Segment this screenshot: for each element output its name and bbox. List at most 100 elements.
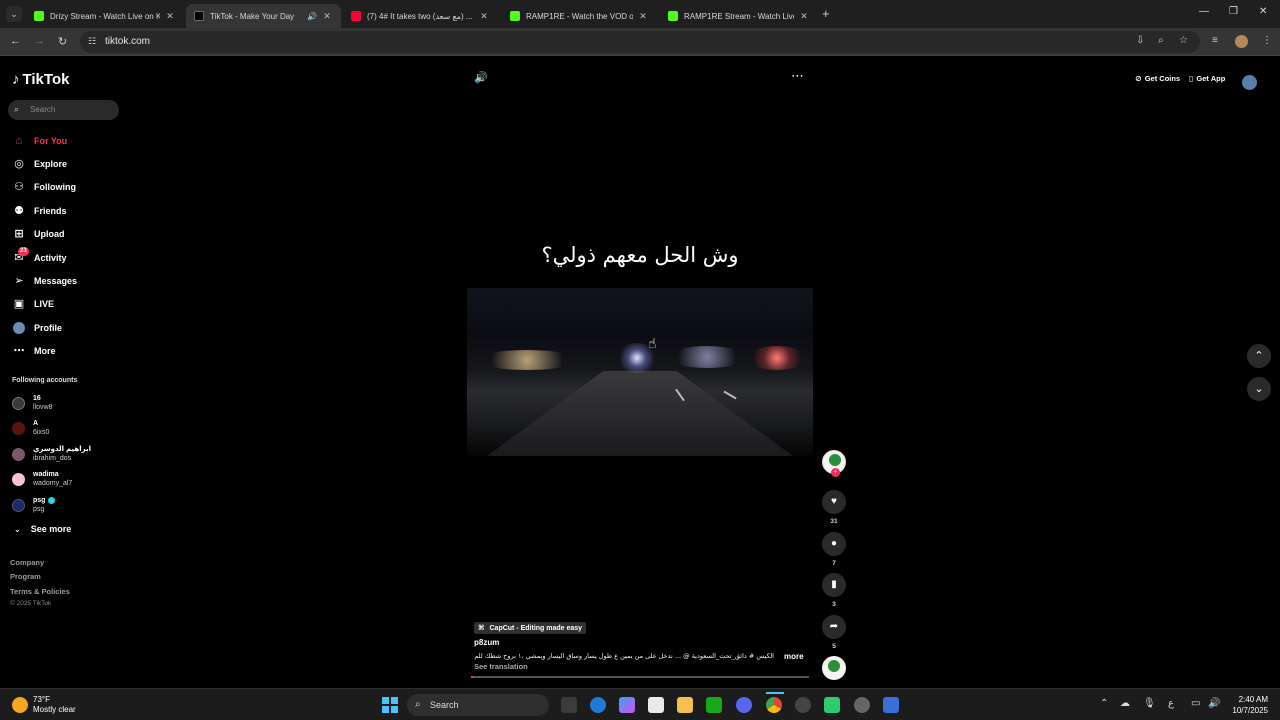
sidebar-item-more[interactable]: ⋯ More xyxy=(12,342,112,360)
tiktok-note-icon: ♪ xyxy=(12,71,20,88)
sidebar-item-for-you[interactable]: ⌂ For You xyxy=(12,132,112,150)
zoom-icon[interactable]: ⌕ xyxy=(1158,35,1164,46)
site-info-icon[interactable]: ☷ xyxy=(88,36,96,47)
weather-icon xyxy=(12,697,28,713)
tab-tiktok[interactable]: TikTok - Make Your Day 🔊 ✕ xyxy=(186,4,341,28)
close-tab-icon[interactable]: ✕ xyxy=(798,11,810,22)
kick-icon xyxy=(510,11,520,21)
close-tab-icon[interactable]: ✕ xyxy=(164,11,176,22)
copilot-icon[interactable] xyxy=(619,697,635,713)
see-translation-button[interactable]: See translation xyxy=(474,662,528,671)
upload-icon: ⊞ xyxy=(14,228,24,240)
app-icon[interactable] xyxy=(795,697,811,713)
close-tab-icon[interactable]: ✕ xyxy=(321,11,333,22)
install-icon[interactable]: ⇩ xyxy=(1136,35,1144,46)
app-icon[interactable] xyxy=(824,697,840,713)
tab-drizy[interactable]: Drizy Stream - Watch Live on K ✕ xyxy=(26,4,184,28)
discord-icon[interactable] xyxy=(736,697,752,713)
see-more-button[interactable]: ⌄ See more xyxy=(14,524,71,534)
following-account[interactable]: wadima wadomy_al7 xyxy=(12,470,72,488)
video-frame[interactable] xyxy=(467,288,813,456)
sidebar-item-following[interactable]: ⚇ Following xyxy=(12,178,112,196)
microphone-icon[interactable]: 🎙 xyxy=(1143,698,1156,709)
task-view-icon[interactable] xyxy=(561,697,577,713)
footer-link-company[interactable]: Company xyxy=(10,558,44,567)
chrome-icon[interactable] xyxy=(766,697,782,713)
following-account[interactable]: 16 llovw8 xyxy=(12,394,52,412)
sidebar-item-friends[interactable]: ⚉ Friends xyxy=(12,202,112,220)
xbox-icon[interactable] xyxy=(706,697,722,713)
forward-icon[interactable]: → xyxy=(34,35,45,47)
back-icon[interactable]: ← xyxy=(10,35,21,47)
tray-chevron-up-icon[interactable]: ⌃ xyxy=(1100,698,1108,709)
video-author[interactable]: p8zum xyxy=(474,638,499,647)
creator-avatar[interactable]: + xyxy=(822,450,846,477)
restore-icon[interactable]: ❐ xyxy=(1229,6,1238,17)
like-button[interactable]: ♥ xyxy=(822,490,846,514)
messages-icon: ➢ xyxy=(14,275,24,287)
video-more-icon[interactable]: ⋯ xyxy=(791,68,804,84)
share-button[interactable]: ➦ xyxy=(822,615,846,639)
menu-kebab-icon[interactable]: ⋮ xyxy=(1262,35,1272,46)
volume-icon[interactable]: 🔊 xyxy=(1208,698,1220,709)
sidebar-item-explore[interactable]: ◎ Explore xyxy=(12,155,112,173)
copyright: © 2025 TikTok xyxy=(10,600,52,607)
defender-icon[interactable] xyxy=(883,697,899,713)
taskbar-search[interactable]: ⌕ Search xyxy=(407,694,549,716)
close-tab-icon[interactable]: ✕ xyxy=(637,11,649,22)
search-input[interactable]: ⌕ Search xyxy=(8,100,119,120)
next-video-button[interactable]: ⌄ xyxy=(1247,377,1271,401)
speaker-icon[interactable]: 🔊 xyxy=(307,12,317,21)
store-icon[interactable] xyxy=(648,697,664,713)
display-icon[interactable]: ▭ xyxy=(1191,698,1200,709)
onedrive-icon[interactable]: ☁ xyxy=(1120,698,1130,709)
clock[interactable]: 2:40 AM 10/7/2025 xyxy=(1222,694,1268,716)
following-account[interactable]: psg psg xyxy=(12,496,56,514)
following-account[interactable]: A 6ixs0 xyxy=(12,419,49,437)
tab-search-button[interactable]: ⌄ xyxy=(6,6,22,22)
description-more-button[interactable]: more xyxy=(784,652,804,661)
get-app-button[interactable]: ▯ Get App xyxy=(1189,74,1225,83)
get-coins-button[interactable]: ⊘ Get Coins xyxy=(1135,74,1180,83)
tab-youtube[interactable]: (7) 4# It takes two (مع سعد) ... ✕ xyxy=(343,4,498,28)
browser-profile-avatar[interactable] xyxy=(1235,35,1248,48)
footer-link-program[interactable]: Program xyxy=(10,572,41,581)
minimize-icon[interactable]: — xyxy=(1199,6,1209,17)
edge-icon[interactable] xyxy=(590,697,606,713)
follow-plus-icon[interactable]: + xyxy=(831,468,840,477)
comment-button[interactable]: ● xyxy=(822,532,846,556)
file-explorer-icon[interactable] xyxy=(677,697,693,713)
weather-widget[interactable]: 73°F Mostly clear xyxy=(12,695,76,715)
video-description: الكيس # دائق_تحت_السعودية @ ... ندخل على… xyxy=(474,652,774,660)
sidebar-item-live[interactable]: ▣ LIVE xyxy=(12,295,112,313)
effect-tag[interactable]: ⌘ CapCut - Editing made easy xyxy=(474,622,587,634)
sidebar-item-activity[interactable]: ✉ 23 Activity xyxy=(12,247,112,267)
start-button[interactable] xyxy=(382,697,398,713)
tiktok-logo[interactable]: ♪ TikTok xyxy=(12,71,69,88)
compass-icon: ◎ xyxy=(14,158,24,170)
following-account[interactable]: ابراهيم الدوسري ibrahim_dos xyxy=(12,445,91,463)
tab-ramp1re-live[interactable]: RAMP1RE Stream - Watch Live ✕ xyxy=(660,4,818,28)
reading-list-icon[interactable]: ≡ xyxy=(1212,35,1218,46)
sidebar-item-messages[interactable]: ➢ Messages xyxy=(12,272,112,290)
sidebar-item-profile[interactable]: Profile xyxy=(12,319,112,337)
music-disc[interactable] xyxy=(822,656,846,680)
new-tab-button[interactable]: + xyxy=(822,6,830,21)
activity-badge: 23 xyxy=(18,247,29,256)
save-button[interactable]: ▮ xyxy=(822,573,846,597)
video-progress-bar[interactable] xyxy=(471,676,809,678)
verified-badge-icon xyxy=(48,496,56,504)
close-tab-icon[interactable]: ✕ xyxy=(478,11,490,22)
reload-icon[interactable]: ↻ xyxy=(58,35,67,48)
volume-icon[interactable]: 🔊 xyxy=(474,71,488,84)
user-avatar[interactable] xyxy=(1242,75,1257,90)
bookmark-star-icon[interactable]: ☆ xyxy=(1179,35,1188,46)
close-window-icon[interactable]: ✕ xyxy=(1259,6,1267,17)
tab-ramp1re-vod[interactable]: RAMP1RE - Watch the VOD on ✕ xyxy=(502,4,657,28)
settings-icon[interactable] xyxy=(854,697,870,713)
language-icon[interactable]: ع xyxy=(1168,698,1174,709)
previous-video-button[interactable]: ⌃ xyxy=(1247,344,1271,368)
sidebar-item-upload[interactable]: ⊞ Upload xyxy=(12,225,112,243)
footer-link-terms[interactable]: Terms & Policies xyxy=(10,587,70,596)
omnibox[interactable]: ☷ tiktok.com xyxy=(80,31,1200,53)
